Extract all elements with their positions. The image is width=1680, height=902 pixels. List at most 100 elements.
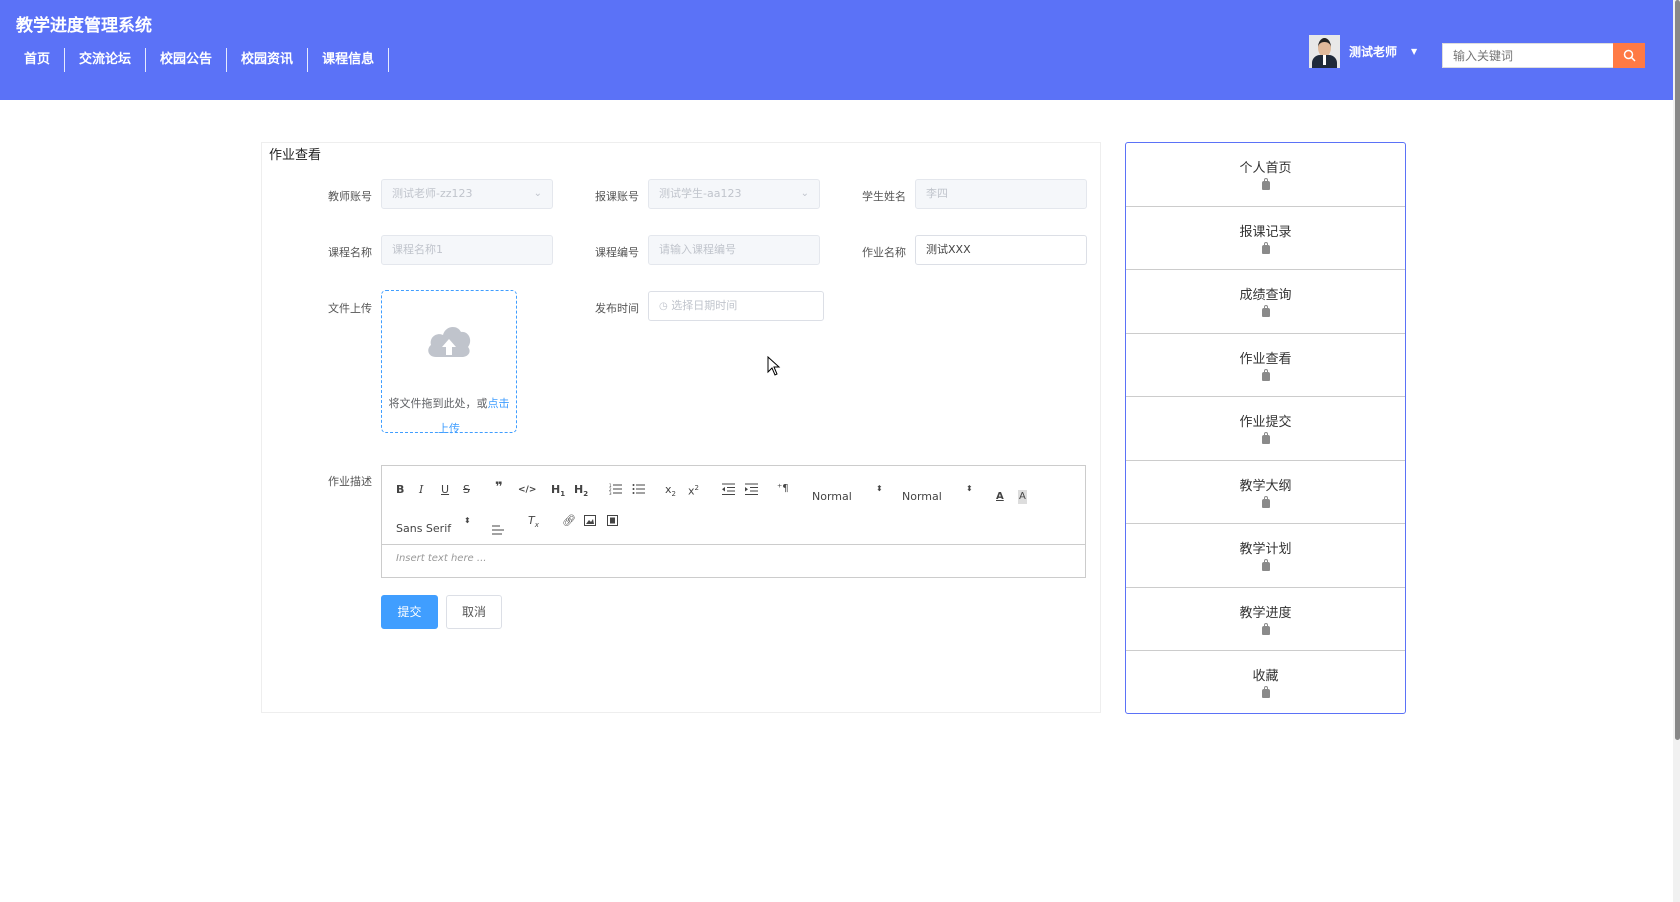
size-select[interactable]: Normal <box>902 490 942 504</box>
bullet-list-icon[interactable] <box>632 483 645 495</box>
sidebar-item-label: 作业提交 <box>1239 415 1292 430</box>
blockquote-icon[interactable]: ❞ <box>495 481 503 495</box>
bag-icon <box>1261 368 1270 381</box>
sidebar-item-teaching-plan[interactable]: 教学计划 <box>1126 524 1405 588</box>
sidebar-item-label: 教学计划 <box>1239 542 1292 557</box>
strike-icon[interactable]: S <box>463 483 470 497</box>
sidebar-item-label: 教学大纲 <box>1239 478 1292 494</box>
teacher-account-value: 测试老师-zz123 <box>392 187 473 200</box>
main-nav: 首页 交流论坛 校园公告 校园资讯 课程信息 <box>10 48 390 72</box>
editor-placeholder[interactable]: Insert text here ... <box>396 553 486 564</box>
italic-icon[interactable]: I <box>419 483 423 497</box>
sidebar-item-label: 教学进度 <box>1239 605 1292 621</box>
course-code-placeholder: 请输入课程编号 <box>659 243 736 256</box>
bag-icon <box>1261 622 1270 635</box>
ordered-list-icon[interactable]: 123 <box>609 483 622 495</box>
enroll-account-value: 测试学生-aa123 <box>659 187 742 200</box>
video-icon[interactable] <box>607 515 618 526</box>
student-name-label: 学生姓名 <box>862 190 906 203</box>
size-select-value: Normal <box>902 490 942 503</box>
sidebar-item-homework-view[interactable]: 作业查看 <box>1126 334 1405 397</box>
upload-link[interactable]: 上传 <box>382 420 516 436</box>
cancel-button[interactable]: 取消 <box>446 595 502 629</box>
upload-click-link[interactable]: 点击 <box>488 397 510 410</box>
user-menu[interactable]: 测试老师 ▼ <box>1309 35 1417 68</box>
bag-icon <box>1261 178 1270 190</box>
upload-hint: 将文件拖到此处，或点击 <box>382 388 516 420</box>
code-block-icon[interactable]: </> <box>518 483 536 497</box>
size-select-arrow-icon: ⬍ <box>966 484 973 493</box>
course-code-label: 课程编号 <box>595 246 639 259</box>
nav-item-courses[interactable]: 课程信息 <box>308 48 390 72</box>
scrollbar-thumb[interactable] <box>1675 0 1680 740</box>
bag-icon <box>1261 305 1270 317</box>
chevron-down-icon: ⌄ <box>533 188 542 199</box>
underline-icon[interactable]: U <box>441 483 449 497</box>
clear-format-icon[interactable]: Tx <box>528 514 539 532</box>
text-color-icon[interactable]: A <box>996 490 1004 504</box>
link-icon[interactable]: 🔗︎ <box>562 514 576 528</box>
sidebar-item-favorites[interactable]: 收藏 <box>1126 651 1405 715</box>
search-icon <box>1623 49 1636 62</box>
bag-icon <box>1261 432 1270 444</box>
sidebar-item-homework-submit[interactable]: 作业提交 <box>1126 397 1405 461</box>
search-button[interactable] <box>1613 43 1645 68</box>
description-label: 作业描述 <box>328 475 372 488</box>
file-upload-dropzone[interactable]: 将文件拖到此处，或点击 上传 <box>381 290 517 436</box>
heading-2-icon[interactable]: H2 <box>574 483 588 501</box>
bag-icon <box>1261 495 1270 508</box>
sidebar-item-profile[interactable]: 个人首页 <box>1126 143 1405 207</box>
font-select-value: Sans Serif <box>396 522 452 535</box>
avatar[interactable] <box>1309 35 1340 68</box>
search-input[interactable] <box>1442 43 1613 68</box>
sidebar-item-label: 作业查看 <box>1239 351 1292 367</box>
sidebar-item-label: 收藏 <box>1252 669 1279 684</box>
align-icon[interactable] <box>492 525 504 535</box>
nav-item-home[interactable]: 首页 <box>10 48 66 72</box>
sidebar-item-label: 个人首页 <box>1239 161 1292 176</box>
chevron-down-icon: ⌄ <box>800 188 809 199</box>
header-select[interactable]: Normal <box>812 490 852 504</box>
sidebar-item-syllabus[interactable]: 教学大纲 <box>1126 461 1405 524</box>
submit-button[interactable]: 提交 <box>381 595 438 629</box>
nav-item-news[interactable]: 校园资讯 <box>227 48 309 72</box>
teacher-account-select: 测试老师-zz123 ⌄ <box>381 179 553 209</box>
heading-1-icon[interactable]: H1 <box>551 483 565 501</box>
outdent-icon[interactable] <box>722 483 735 495</box>
font-select[interactable]: Sans Serif <box>396 522 451 536</box>
user-name[interactable]: 测试老师 <box>1349 43 1397 60</box>
text-direction-icon[interactable]: ⁺¶ <box>777 482 789 496</box>
course-name-value: 课程名称1 <box>392 243 443 256</box>
clock-icon: ◷ <box>659 301 668 312</box>
nav-item-announcements[interactable]: 校园公告 <box>146 48 228 72</box>
bold-icon[interactable]: B <box>396 483 404 497</box>
caret-down-icon[interactable]: ▼ <box>1411 47 1417 56</box>
search-bar <box>1442 43 1645 68</box>
student-name-value: 李四 <box>926 187 948 200</box>
teacher-account-label: 教师账号 <box>328 190 372 203</box>
homework-name-label: 作业名称 <box>862 246 906 259</box>
sidebar-item-enroll-records[interactable]: 报课记录 <box>1126 207 1405 270</box>
enroll-account-select: 测试学生-aa123 ⌄ <box>648 179 820 209</box>
course-name-field: 课程名称1 <box>381 235 553 265</box>
upload-hint-text: 将文件拖到此处，或 <box>388 397 488 410</box>
nav-item-forum[interactable]: 交流论坛 <box>65 48 147 72</box>
image-icon[interactable] <box>584 515 596 526</box>
sidebar-item-teaching-progress[interactable]: 教学进度 <box>1126 588 1405 651</box>
header-select-arrow-icon: ⬍ <box>876 484 883 493</box>
course-name-label: 课程名称 <box>328 246 372 259</box>
bag-icon <box>1261 241 1270 254</box>
homework-name-input[interactable]: 测试XXX <box>915 235 1087 265</box>
publish-time-placeholder: 选择日期时间 <box>671 299 738 312</box>
superscript-icon[interactable]: x2 <box>688 481 699 499</box>
subscript-icon[interactable]: x2 <box>665 483 676 501</box>
homework-name-value: 测试XXX <box>926 243 971 256</box>
sidebar-item-grades[interactable]: 成绩查询 <box>1126 270 1405 334</box>
publish-time-picker[interactable]: ◷ 选择日期时间 <box>648 291 824 321</box>
background-color-icon[interactable]: A <box>1018 490 1027 504</box>
bag-icon <box>1261 559 1270 571</box>
indent-icon[interactable] <box>745 483 758 495</box>
publish-time-label: 发布时间 <box>595 302 639 315</box>
course-code-field: 请输入课程编号 <box>648 235 820 265</box>
sidebar-item-label: 成绩查询 <box>1239 288 1292 303</box>
